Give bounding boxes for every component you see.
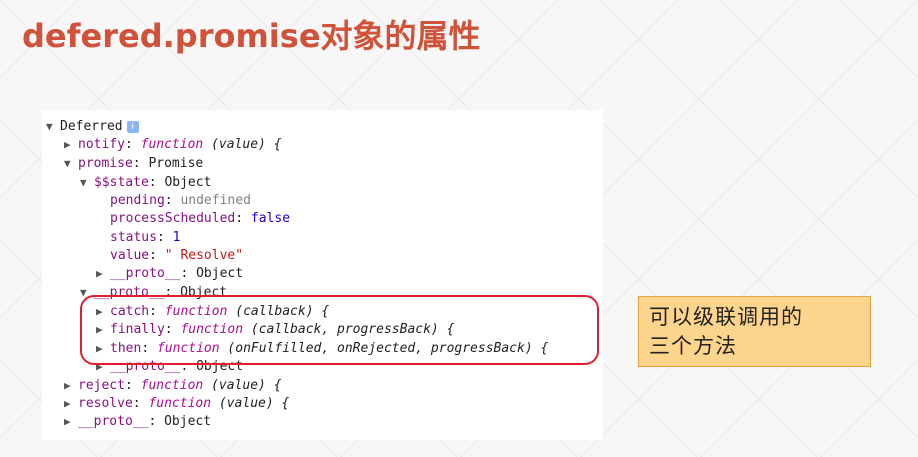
tree-node-process-scheduled: processScheduled: false xyxy=(110,211,291,226)
tree-node-resolve[interactable]: ▶ resolve: function (value) { xyxy=(64,395,289,413)
tree-node-reject[interactable]: ▶ reject: function (value) { xyxy=(64,377,282,395)
property-key: resolve xyxy=(78,396,133,411)
property-value: undefined xyxy=(180,193,251,208)
function-keyword: function xyxy=(140,137,204,152)
tree-node-status: status: 1 xyxy=(110,230,181,245)
property-value: Object xyxy=(164,414,212,429)
tree-node-deferred[interactable]: ▼ Deferred i xyxy=(46,118,139,136)
function-signature: (value) { xyxy=(218,396,290,411)
tree-node-state-proto[interactable]: ▶ __proto__: Object xyxy=(96,265,243,283)
property-key: processScheduled xyxy=(110,211,236,226)
property-value: Object xyxy=(196,266,244,281)
property-key: __proto__ xyxy=(78,414,149,429)
expanded-arrow-icon[interactable]: ▼ xyxy=(46,118,60,136)
property-key: notify xyxy=(78,137,125,152)
callout-line-1: 可以级联调用的 xyxy=(649,305,803,329)
property-key: pending xyxy=(110,193,165,208)
property-value: " Resolve" xyxy=(164,248,244,263)
property-key: promise xyxy=(78,156,133,171)
collapsed-arrow-icon[interactable]: ▶ xyxy=(64,413,78,431)
callout-note: 可以级联调用的 三个方法 xyxy=(638,296,871,367)
info-icon[interactable]: i xyxy=(126,120,139,133)
tree-node-promise[interactable]: ▼ promise: Promise xyxy=(64,155,203,173)
slide-title: defered.promise对象的属性 xyxy=(22,17,481,55)
collapsed-arrow-icon[interactable]: ▶ xyxy=(96,265,110,283)
property-key: reject xyxy=(78,378,125,393)
tree-node-pending: pending: undefined xyxy=(110,193,251,208)
callout-line-2: 三个方法 xyxy=(649,334,737,358)
deferred-label: Deferred xyxy=(60,119,123,134)
property-value: false xyxy=(250,211,291,226)
property-key: __proto__ xyxy=(110,266,181,281)
expanded-arrow-icon[interactable]: ▼ xyxy=(64,155,78,173)
property-value: 1 xyxy=(172,230,181,245)
property-key: status xyxy=(110,230,157,245)
tree-node-value: value: " Resolve" xyxy=(110,248,244,263)
collapsed-arrow-icon[interactable]: ▶ xyxy=(64,395,78,413)
function-signature: (value) { xyxy=(211,378,282,393)
function-keyword: function xyxy=(140,378,204,393)
function-signature: (value) { xyxy=(211,137,282,152)
collapsed-arrow-icon[interactable]: ▶ xyxy=(64,377,78,395)
expanded-arrow-icon[interactable]: ▼ xyxy=(80,174,94,192)
function-keyword: function xyxy=(148,396,212,411)
property-value: Object xyxy=(164,175,212,190)
property-key: $$state xyxy=(94,175,149,190)
tree-node-deferred-proto[interactable]: ▶ __proto__: Object xyxy=(64,413,211,431)
tree-node-notify[interactable]: ▶ notify: function (value) { xyxy=(64,136,282,154)
highlight-box xyxy=(80,295,599,365)
tree-node-state[interactable]: ▼ $$state: Object xyxy=(80,174,211,192)
collapsed-arrow-icon[interactable]: ▶ xyxy=(64,136,78,154)
property-value: Promise xyxy=(148,156,204,171)
property-key: value xyxy=(110,248,150,263)
